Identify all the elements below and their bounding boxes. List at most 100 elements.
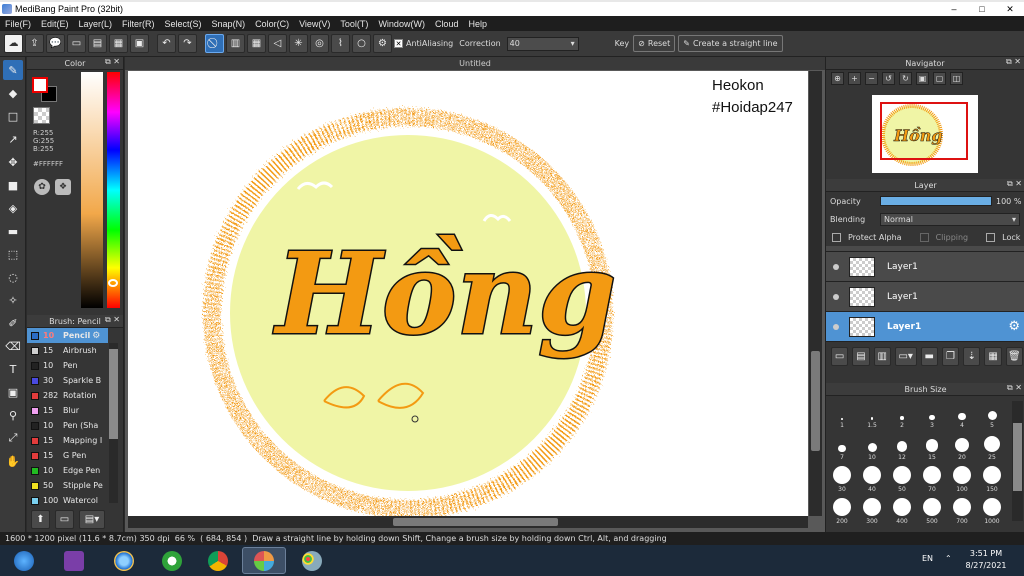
menu-edit[interactable]: Edit(E)	[36, 19, 74, 29]
close-button[interactable]: ✕	[996, 2, 1024, 16]
canvas-vertical-scrollbar[interactable]	[809, 71, 822, 516]
brush-size-option[interactable]: 40	[857, 463, 887, 493]
menu-filter[interactable]: Filter(R)	[117, 19, 160, 29]
brush-menu-icon[interactable]: ▤▾	[79, 510, 105, 529]
parallel-snap-icon[interactable]: ▥	[226, 34, 245, 53]
curve-snap-icon[interactable]: ⌇	[331, 34, 350, 53]
brush-size-scrollbar[interactable]	[1012, 401, 1023, 521]
layer-settings-gear-icon[interactable]: ⚙	[1008, 319, 1020, 334]
new-folder-icon[interactable]: ▬	[920, 347, 938, 366]
menu-file[interactable]: File(F)	[0, 19, 36, 29]
palette-add-icon[interactable]: ❖	[55, 179, 71, 195]
select-tool-icon[interactable]: ⬚	[3, 244, 23, 264]
color-gradient-picker[interactable]	[81, 72, 103, 308]
brush-size-option[interactable]: 7	[827, 431, 857, 461]
brush-size-option[interactable]: 2	[887, 399, 917, 429]
transparent-color-swatch[interactable]	[33, 107, 50, 124]
brush-size-option[interactable]: 200	[827, 495, 857, 525]
brush-item[interactable]: 15 Mapping I	[27, 433, 108, 448]
brush-item[interactable]: 10 Edge Pen	[27, 463, 108, 478]
brush-size-option[interactable]: 1000	[977, 495, 1007, 525]
bucket-tool-icon[interactable]: ◈	[3, 198, 23, 218]
brush-size-option[interactable]: 20	[947, 431, 977, 461]
add-layer-menu-icon[interactable]: ▭▾	[894, 347, 917, 366]
brush-item[interactable]: 15 Blur	[27, 403, 108, 418]
panel-detach-close-icon[interactable]: ⧉ ✕	[1006, 57, 1021, 67]
blending-select[interactable]: Normal ▾	[880, 212, 1020, 226]
brush-size-option[interactable]: 1	[827, 399, 857, 429]
brush-item[interactable]: 50 Stipple Pe	[27, 478, 108, 493]
new-8bit-layer-icon[interactable]: ▥	[873, 347, 891, 366]
new-halftone-layer-icon[interactable]: ▤	[852, 347, 870, 366]
menu-layer[interactable]: Layer(L)	[74, 19, 118, 29]
hue-slider-knob[interactable]	[108, 279, 118, 287]
language-indicator[interactable]: EN	[922, 554, 933, 563]
text-tool-icon[interactable]: T	[3, 359, 23, 379]
menu-cloud[interactable]: Cloud	[430, 19, 464, 29]
lasso-tool-icon[interactable]: ◌	[3, 267, 23, 287]
minimize-button[interactable]: –	[940, 2, 968, 16]
straight-line-button[interactable]: ✎ Create a straight line	[678, 35, 783, 52]
divide-tool-icon[interactable]: ▣	[3, 382, 23, 402]
brush-size-option[interactable]: 150	[977, 463, 1007, 493]
fill-rect-tool-icon[interactable]: ■	[3, 175, 23, 195]
start-button[interactable]	[2, 547, 46, 574]
opacity-slider[interactable]	[880, 196, 992, 206]
layer-visibility-icon[interactable]	[833, 293, 839, 300]
hand-tool-icon[interactable]: ✋	[3, 451, 23, 471]
brush-add-icon[interactable]: ⬆	[31, 510, 50, 529]
brush-item[interactable]: 15 G Pen	[27, 448, 108, 463]
taskbar-medibang[interactable]	[242, 547, 286, 574]
menu-view[interactable]: View(V)	[294, 19, 335, 29]
brush-size-option[interactable]: 300	[857, 495, 887, 525]
brush-tool-icon[interactable]: ✎	[3, 60, 23, 80]
reset-button[interactable]: ⊘ Reset	[633, 35, 676, 52]
protect-alpha-checkbox[interactable]	[832, 232, 841, 242]
dot-tool-icon[interactable]: □	[3, 106, 23, 126]
move-tool-icon[interactable]: ✥	[3, 152, 23, 172]
layer-settings-icon[interactable]: ▦	[984, 347, 1002, 366]
redo-icon[interactable]: ↷	[178, 34, 197, 53]
zoom-out-icon[interactable]: −	[865, 72, 878, 85]
eraser-tool-icon[interactable]: ◆	[3, 83, 23, 103]
gradient-tool-icon[interactable]: ▬	[3, 221, 23, 241]
save-icon[interactable]: ▤	[88, 34, 107, 53]
panel-detach-close-icon[interactable]: ⧉ ✕	[105, 57, 120, 67]
brush-size-option[interactable]: 30	[827, 463, 857, 493]
brush-size-option[interactable]: 5	[977, 399, 1007, 429]
brush-size-option[interactable]: 12	[887, 431, 917, 461]
menu-tool[interactable]: Tool(T)	[335, 19, 373, 29]
delete-layer-icon[interactable]: 🗑	[1005, 347, 1024, 366]
clipping-checkbox[interactable]	[919, 232, 929, 242]
merge-down-icon[interactable]: ⇣	[963, 347, 981, 366]
brush-list-scrollbar[interactable]	[109, 343, 118, 503]
document-tab[interactable]: Untitled	[125, 57, 825, 70]
navigator-view-frame[interactable]	[880, 102, 968, 160]
export-icon[interactable]: ▣	[130, 34, 149, 53]
navigator-thumbnail[interactable]: Hồng	[872, 95, 978, 173]
clock[interactable]: 3:51 PM 8/27/2021	[958, 548, 1014, 572]
eyedropper-tool-icon[interactable]: ⚲	[3, 405, 23, 425]
brush-item[interactable]: 10 Pencil ⚙	[27, 328, 108, 343]
fit-screen-icon[interactable]: ▣	[916, 72, 929, 85]
brush-size-option[interactable]: 500	[917, 495, 947, 525]
brush-size-option[interactable]: 10	[857, 431, 887, 461]
snap-settings-icon[interactable]: ⚙	[373, 34, 392, 53]
select-eraser-tool-icon[interactable]: ⌫	[3, 336, 23, 356]
zoom-fit-icon[interactable]: ⊕	[831, 72, 844, 85]
share-icon[interactable]: ⇪	[25, 34, 44, 53]
taskbar-visual-studio[interactable]	[52, 547, 96, 574]
brush-new-icon[interactable]: ▭	[55, 510, 74, 529]
snap-off-icon[interactable]: ⃠	[205, 34, 224, 53]
new-layer-icon[interactable]: ▭	[831, 347, 849, 366]
layer-row[interactable]: Layer1	[826, 282, 1024, 312]
new-document-icon[interactable]: ▭	[67, 34, 86, 53]
zoom-tool-icon[interactable]: ⤢	[3, 428, 23, 448]
brush-item[interactable]: 100 Watercol	[27, 493, 108, 508]
taskbar-paint[interactable]	[290, 547, 334, 574]
menu-window[interactable]: Window(W)	[373, 19, 430, 29]
pen-tool-icon[interactable]: ↗	[3, 129, 23, 149]
taskbar-coccoc[interactable]	[150, 547, 194, 574]
brush-size-option[interactable]: 4	[947, 399, 977, 429]
brush-size-option[interactable]: 1.5	[857, 399, 887, 429]
